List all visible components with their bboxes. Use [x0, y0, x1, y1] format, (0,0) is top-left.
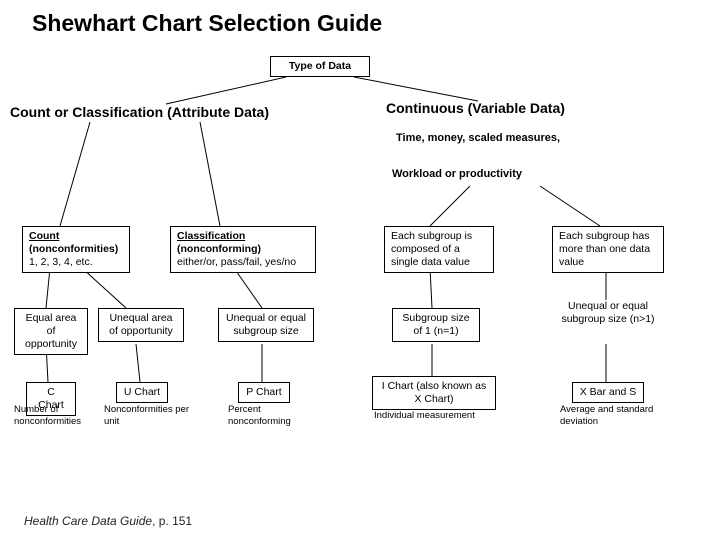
page-title: Shewhart Chart Selection Guide: [0, 0, 720, 45]
node-attribute-data: Count or Classification (Attribute Data): [10, 104, 320, 122]
count-sub2: 1, 2, 3, 4, etc.: [29, 256, 93, 268]
classification-sub1: (nonconforming): [177, 243, 261, 255]
footer-book: Health Care Data Guide: [24, 514, 152, 528]
u-chart-desc: Nonconformities per unit: [104, 404, 200, 428]
variable-example-2: Workload or productivity: [392, 168, 522, 182]
node-xbar-s-chart: X Bar and S: [572, 382, 644, 403]
node-single-value: Each subgroup is composed of a single da…: [384, 226, 494, 273]
node-size-1: Subgroup size of 1 (n=1): [392, 308, 480, 342]
node-count: Count (nonconformities) 1, 2, 3, 4, etc.: [22, 226, 130, 273]
node-type-of-data: Type of Data: [270, 56, 370, 77]
node-u-chart: U Chart: [116, 382, 168, 403]
node-equal-area: Equal area of opportunity: [14, 308, 88, 355]
count-title: Count: [29, 230, 59, 242]
node-p-chart: P Chart: [238, 382, 290, 403]
p-chart-desc: Percent nonconforming: [228, 404, 308, 428]
classification-title: Classification: [177, 230, 245, 242]
node-multi-value: Each subgroup has more than one data val…: [552, 226, 664, 273]
node-i-chart: I Chart (also known as X Chart): [372, 376, 496, 410]
node-unequal-area: Unequal area of opportunity: [98, 308, 184, 342]
xbar-s-desc: Average and standard deviation: [560, 404, 672, 428]
classification-sub2: either/or, pass/fail, yes/no: [177, 256, 296, 268]
footer-page: , p. 151: [152, 514, 192, 528]
node-classification: Classification (nonconforming) either/or…: [170, 226, 316, 273]
node-size-gt1: Unequal or equal subgroup size (n>1): [556, 300, 660, 326]
variable-example-1: Time, money, scaled measures,: [396, 132, 560, 146]
c-chart-desc: Number of nonconformities: [14, 404, 92, 428]
footer-citation: Health Care Data Guide, p. 151: [24, 514, 192, 528]
i-chart-desc: Individual measurement: [374, 410, 504, 422]
node-p-subgroup: Unequal or equal subgroup size: [218, 308, 314, 342]
count-sub1: (nonconformities): [29, 243, 118, 255]
node-variable-data: Continuous (Variable Data): [386, 100, 636, 118]
